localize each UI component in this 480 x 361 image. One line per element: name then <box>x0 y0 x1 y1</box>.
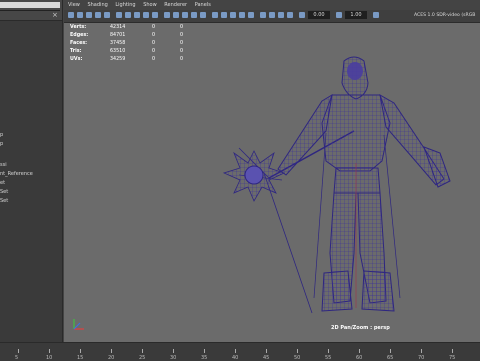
menu-renderer[interactable]: Renderer <box>164 2 187 8</box>
outliner-item[interactable]: Set <box>0 189 8 195</box>
timeline-tick <box>142 349 143 353</box>
film-gate-icon[interactable] <box>116 12 122 18</box>
viewport-panel: View Shading Lighting Show Renderer Pane… <box>64 0 480 342</box>
wireframe-icon[interactable] <box>164 12 170 18</box>
gamma-icon[interactable] <box>336 12 342 18</box>
outliner-search-field[interactable] <box>0 2 60 8</box>
view-transform-label[interactable]: ACES 1.0 SDR-video (sRGB <box>414 11 475 21</box>
grid-icon[interactable] <box>104 12 110 18</box>
outliner-header: × <box>0 0 62 21</box>
timeline-tick <box>49 349 50 353</box>
menu-show[interactable]: Show <box>143 2 157 8</box>
bookmark-icon[interactable] <box>86 12 92 18</box>
timeline-tick-label: 10 <box>46 355 53 361</box>
image-plane-icon[interactable] <box>95 12 101 18</box>
menu-lighting[interactable]: Lighting <box>115 2 135 8</box>
wireframe-on-shaded-icon[interactable] <box>182 12 188 18</box>
timeline-tick <box>421 349 422 353</box>
backface-culling-icon[interactable] <box>287 12 293 18</box>
timeline-tick-label: 75 <box>449 355 456 361</box>
timeline-tick <box>359 349 360 353</box>
depth-of-field-icon[interactable] <box>248 12 254 18</box>
timeline-tick <box>297 349 298 353</box>
timeline-tick <box>80 349 81 353</box>
camera-select-icon[interactable] <box>68 12 74 18</box>
timeline-tick-label: 65 <box>387 355 394 361</box>
resolution-gate-icon[interactable] <box>125 12 131 18</box>
timeline-tick <box>452 349 453 353</box>
xray-icon[interactable] <box>269 12 275 18</box>
timeline-tick-label: 70 <box>418 355 425 361</box>
timeline-tick-label: 15 <box>77 355 84 361</box>
timeline-tick-label: 60 <box>356 355 363 361</box>
textured-icon[interactable] <box>191 12 197 18</box>
timeline-tick-label: 20 <box>108 355 115 361</box>
smooth-shade-icon[interactable] <box>173 12 179 18</box>
3d-viewport[interactable]: Verts: 42314 0 0 Edges: 84701 0 0 Faces: 37458 0 0 T… <box>64 23 480 342</box>
use-lights-icon[interactable] <box>200 12 206 18</box>
timeline-tick <box>235 349 236 353</box>
timeline-tick <box>173 349 174 353</box>
color-management-icon[interactable] <box>373 12 379 18</box>
timeline-tick-label: 5 <box>15 355 19 361</box>
outliner-item[interactable]: p <box>0 132 3 138</box>
timeline-tick-label: 50 <box>294 355 301 361</box>
ambient-occlusion-icon[interactable] <box>221 12 227 18</box>
timeline-tick <box>111 349 112 353</box>
outliner-item[interactable]: p <box>0 141 3 147</box>
shadows-icon[interactable] <box>212 12 218 18</box>
field-chart-icon[interactable] <box>143 12 149 18</box>
panel-toolbar: 0.00 1.00 ACES 1.0 SDR-video (sRGB <box>64 10 480 23</box>
camera-label: 2D Pan/Zoom : persp <box>331 325 390 331</box>
close-icon[interactable]: × <box>52 11 58 19</box>
menu-panels[interactable]: Panels <box>195 2 211 8</box>
menu-shading[interactable]: Shading <box>87 2 107 8</box>
timeline-tick <box>204 349 205 353</box>
panel-menubar: View Shading Lighting Show Renderer Pane… <box>64 0 480 10</box>
isolate-select-icon[interactable] <box>260 12 266 18</box>
timeline-tick-label: 30 <box>170 355 177 361</box>
character-wireframe <box>222 56 451 314</box>
timeline-tick <box>328 349 329 353</box>
timeline-tick-label: 45 <box>263 355 270 361</box>
safe-action-icon[interactable] <box>152 12 158 18</box>
camera-attributes-icon[interactable] <box>77 12 83 18</box>
gamma-field[interactable]: 1.00 <box>345 11 367 19</box>
time-slider[interactable]: 5 10 15 20 25 30 35 40 45 50 55 60 65 70 75 <box>0 342 480 361</box>
axis-gizmo-icon <box>73 319 84 330</box>
exposure-icon[interactable] <box>299 12 305 18</box>
timeline-tick <box>18 349 19 353</box>
outliner-panel: × p p ssi nt_Reference et Set Set <box>0 0 63 342</box>
motion-blur-icon[interactable] <box>230 12 236 18</box>
timeline-tick <box>266 349 267 353</box>
timeline-tick-label: 35 <box>201 355 208 361</box>
timeline-tick-label: 55 <box>325 355 332 361</box>
menu-view[interactable]: View <box>68 2 80 8</box>
outliner-item[interactable]: et <box>0 180 5 186</box>
anti-aliasing-icon[interactable] <box>239 12 245 18</box>
outliner-item[interactable]: nt_Reference <box>0 171 33 177</box>
exposure-field[interactable]: 0.00 <box>308 11 330 19</box>
outliner-item[interactable]: ssi <box>0 162 7 168</box>
outliner-divider <box>0 10 60 11</box>
timeline-tick <box>390 349 391 353</box>
outliner-item[interactable]: Set <box>0 198 8 204</box>
timeline-tick-label: 25 <box>139 355 146 361</box>
gate-mask-icon[interactable] <box>134 12 140 18</box>
character-body <box>277 56 451 312</box>
xray-joints-icon[interactable] <box>278 12 284 18</box>
timeline-tick-label: 40 <box>232 355 239 361</box>
